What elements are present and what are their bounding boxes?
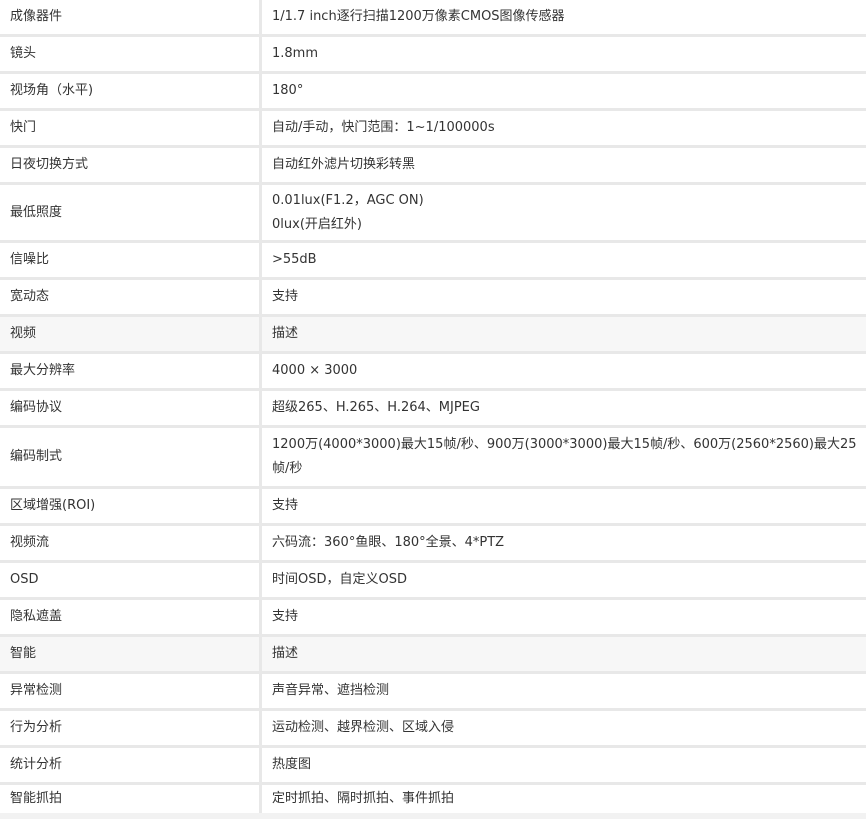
spec-label: 最低照度 bbox=[0, 185, 259, 240]
spec-value: >55dB bbox=[262, 243, 866, 277]
spec-label: 成像器件 bbox=[0, 0, 259, 34]
spec-label: 智能抓拍 bbox=[0, 785, 259, 813]
spec-value: 时间OSD，自定义OSD bbox=[262, 563, 866, 597]
spec-table: 成像器件 1/1.7 inch逐行扫描1200万像素CMOS图像传感器 镜头 1.8m… bbox=[0, 0, 866, 813]
spec-value: 描述 bbox=[262, 637, 866, 671]
spec-value: 1/1.7 inch逐行扫描1200万像素CMOS图像传感器 bbox=[262, 0, 866, 34]
spec-value: 0.01lux(F1.2，AGC ON) 0lux(开启红外) bbox=[262, 185, 866, 240]
spec-value: 自动红外滤片切换彩转黑 bbox=[262, 148, 866, 182]
spec-label: 统计分析 bbox=[0, 748, 259, 782]
spec-value: 描述 bbox=[262, 317, 866, 351]
spec-value: 1.8mm bbox=[262, 37, 866, 71]
spec-value: 支持 bbox=[262, 280, 866, 314]
spec-label: 隐私遮盖 bbox=[0, 600, 259, 634]
spec-label: OSD bbox=[0, 563, 259, 597]
spec-value: 热度图 bbox=[262, 748, 866, 782]
spec-value: 支持 bbox=[262, 600, 866, 634]
spec-label: 宽动态 bbox=[0, 280, 259, 314]
spec-label: 快门 bbox=[0, 111, 259, 145]
spec-label: 智能 bbox=[0, 637, 259, 671]
spec-label: 日夜切换方式 bbox=[0, 148, 259, 182]
spec-label: 编码制式 bbox=[0, 428, 259, 486]
spec-value: 4000 × 3000 bbox=[262, 354, 866, 388]
spec-label: 区域增强(ROI) bbox=[0, 489, 259, 523]
spec-label: 视频 bbox=[0, 317, 259, 351]
spec-value: 1200万(4000*3000)最大15帧/秒、900万(3000*3000)最… bbox=[262, 428, 866, 486]
spec-value: 六码流：360°鱼眼、180°全景、4*PTZ bbox=[262, 526, 866, 560]
spec-value: 支持 bbox=[262, 489, 866, 523]
spec-value: 定时抓拍、隔时抓拍、事件抓拍 bbox=[262, 785, 866, 813]
spec-value: 180° bbox=[262, 74, 866, 108]
spec-label: 视频流 bbox=[0, 526, 259, 560]
spec-value: 运动检测、越界检测、区域入侵 bbox=[262, 711, 866, 745]
spec-label: 最大分辨率 bbox=[0, 354, 259, 388]
spec-label: 编码协议 bbox=[0, 391, 259, 425]
spec-value: 声音异常、遮挡检测 bbox=[262, 674, 866, 708]
spec-value: 超级265、H.265、H.264、MJPEG bbox=[262, 391, 866, 425]
spec-label: 异常检测 bbox=[0, 674, 259, 708]
spec-label: 镜头 bbox=[0, 37, 259, 71]
spec-label: 行为分析 bbox=[0, 711, 259, 745]
spec-value: 自动/手动，快门范围：1~1/100000s bbox=[262, 111, 866, 145]
spec-label: 信噪比 bbox=[0, 243, 259, 277]
spec-label: 视场角（水平) bbox=[0, 74, 259, 108]
